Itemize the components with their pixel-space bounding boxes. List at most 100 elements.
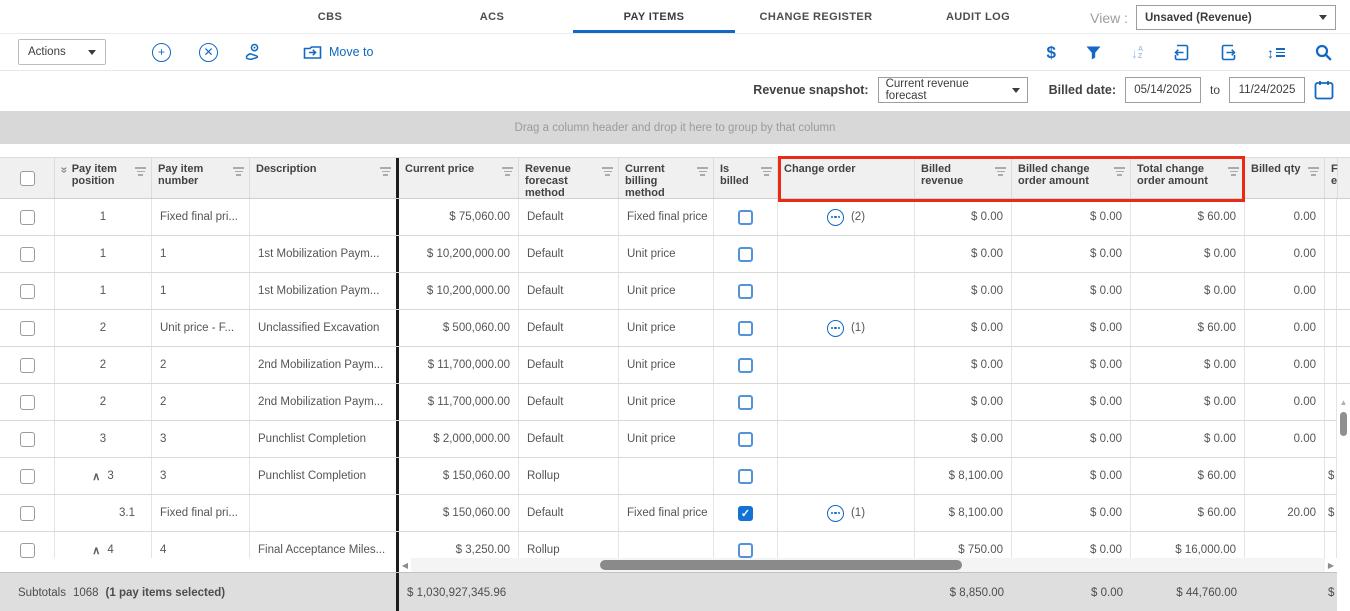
column-filter-icon[interactable] <box>233 167 244 178</box>
cell-billed-qty[interactable] <box>1245 532 1325 558</box>
cell-billed-change-order-amount[interactable]: $ 0.00 <box>1012 310 1131 346</box>
horizontal-scroll-track[interactable] <box>411 558 1325 572</box>
scroll-left-icon[interactable]: ◀ <box>399 561 411 570</box>
group-by-bar[interactable]: Drag a column header and drop it here to… <box>0 111 1350 144</box>
actions-button[interactable]: Actions <box>18 39 106 65</box>
cell-billed-change-order-amount[interactable]: $ 0.00 <box>1012 347 1131 383</box>
cell-billed-revenue[interactable]: $ 8,100.00 <box>915 458 1012 494</box>
cell-select[interactable] <box>0 384 55 420</box>
column-filter-icon[interactable] <box>380 167 391 178</box>
cell-description[interactable]: Unclassified Excavation <box>250 310 399 346</box>
cell-is-billed[interactable] <box>714 310 778 346</box>
cell-change-order[interactable] <box>778 236 915 272</box>
cell-number[interactable]: 3 <box>152 458 250 494</box>
tab-change-register[interactable]: CHANGE REGISTER <box>735 0 897 33</box>
cell-description[interactable]: 2nd Mobilization Paym... <box>250 347 399 383</box>
cell-current-billing-method[interactable]: Unit price <box>619 310 714 346</box>
is-billed-checkbox[interactable] <box>738 395 753 410</box>
column-header-position[interactable]: »Pay item position <box>55 158 152 198</box>
cell-select[interactable] <box>0 495 55 531</box>
cell-description[interactable]: Punchlist Completion <box>250 458 399 494</box>
row-select-checkbox[interactable] <box>20 469 35 484</box>
cell-description[interactable]: Punchlist Completion <box>250 421 399 457</box>
cell-billed-change-order-amount[interactable]: $ 0.00 <box>1012 532 1131 558</box>
vertical-scrollbar[interactable]: ▲ <box>1337 397 1350 611</box>
cell-position[interactable]: 3.1 <box>55 495 152 531</box>
cell-position[interactable]: 2 <box>55 384 152 420</box>
change-order-ellipsis-icon[interactable] <box>827 505 844 522</box>
cell-current-billing-method[interactable] <box>619 532 714 558</box>
cell-change-order[interactable] <box>778 384 915 420</box>
column-header-description[interactable]: Description <box>250 158 399 198</box>
cell-current-billing-method[interactable]: Fixed final price <box>619 495 714 531</box>
cell-billed-change-order-amount[interactable]: $ 0.00 <box>1012 199 1131 235</box>
row-select-checkbox[interactable] <box>20 247 35 262</box>
cell-total-change-order-amount[interactable]: $ 60.00 <box>1131 199 1245 235</box>
column-header-billed_qty[interactable]: Billed qty <box>1245 158 1325 198</box>
tab-cbs[interactable]: CBS <box>249 0 411 33</box>
calendar-icon[interactable] <box>1314 80 1334 100</box>
cell-revenue-forecast-method[interactable]: Default <box>519 273 619 309</box>
cell-billed-qty[interactable]: 0.00 <box>1245 310 1325 346</box>
cell-revenue-forecast-method[interactable]: Default <box>519 199 619 235</box>
cell-is-billed[interactable] <box>714 421 778 457</box>
cell-current-billing-method[interactable]: Unit price <box>619 347 714 383</box>
cell-select[interactable] <box>0 273 55 309</box>
cell-billed-revenue[interactable]: $ 0.00 <box>915 199 1012 235</box>
is-billed-checkbox[interactable] <box>738 284 753 299</box>
column-header-select[interactable] <box>0 158 55 198</box>
cell-billed-change-order-amount[interactable]: $ 0.00 <box>1012 421 1131 457</box>
collapse-caret-icon[interactable]: ∧ <box>92 544 100 557</box>
cell-revenue-forecast-method[interactable]: Default <box>519 347 619 383</box>
cell-select[interactable] <box>0 421 55 457</box>
tab-acs[interactable]: ACS <box>411 0 573 33</box>
cell-position[interactable]: 3 <box>55 421 152 457</box>
cell-total-change-order-amount[interactable]: $ 16,000.00 <box>1131 532 1245 558</box>
cell-billed-revenue[interactable]: $ 0.00 <box>915 347 1012 383</box>
move-to-button[interactable]: Move to <box>303 45 373 60</box>
column-filter-icon[interactable] <box>697 167 708 178</box>
column-filter-icon[interactable] <box>1308 167 1319 178</box>
cell-billed-qty[interactable] <box>1245 458 1325 494</box>
cell-position[interactable]: 1 <box>55 199 152 235</box>
cell-number[interactable]: 3 <box>152 421 250 457</box>
cell-partial[interactable] <box>1325 384 1337 420</box>
column-header-current_billing_method[interactable]: Current billing method <box>619 158 714 198</box>
cell-current-billing-method[interactable] <box>619 458 714 494</box>
row-select-checkbox[interactable] <box>20 210 35 225</box>
cell-partial[interactable] <box>1325 310 1337 346</box>
cell-billed-revenue[interactable]: $ 8,100.00 <box>915 495 1012 531</box>
column-filter-icon[interactable] <box>995 167 1006 178</box>
change-order-ellipsis-icon[interactable] <box>827 209 844 226</box>
cell-change-order[interactable] <box>778 347 915 383</box>
cell-change-order[interactable] <box>778 532 915 558</box>
cell-billed-qty[interactable]: 0.00 <box>1245 236 1325 272</box>
cell-billed-revenue[interactable]: $ 0.00 <box>915 421 1012 457</box>
cell-is-billed[interactable] <box>714 236 778 272</box>
cell-description[interactable]: Final Acceptance Miles... <box>250 532 399 558</box>
change-order-ellipsis-icon[interactable] <box>827 320 844 337</box>
is-billed-checkbox[interactable] <box>738 210 753 225</box>
cell-current-billing-method[interactable]: Unit price <box>619 273 714 309</box>
cell-current-price[interactable]: $ 150,060.00 <box>399 495 519 531</box>
import-button[interactable] <box>1173 44 1190 61</box>
cell-total-change-order-amount[interactable]: $ 0.00 <box>1131 273 1245 309</box>
column-header-revenue_forecast_method[interactable]: Revenue forecast method <box>519 158 619 198</box>
cell-current-billing-method[interactable]: Fixed final price <box>619 199 714 235</box>
export-button[interactable] <box>1220 44 1237 61</box>
cell-select[interactable] <box>0 199 55 235</box>
cell-number[interactable]: Fixed final pri... <box>152 199 250 235</box>
row-select-checkbox[interactable] <box>20 506 35 521</box>
column-header-billed_revenue[interactable]: Billed revenue <box>915 158 1012 198</box>
cell-billed-change-order-amount[interactable]: $ 0.00 <box>1012 495 1131 531</box>
cell-number[interactable]: 1 <box>152 273 250 309</box>
cell-is-billed[interactable] <box>714 199 778 235</box>
cell-partial[interactable] <box>1325 421 1337 457</box>
column-header-billed_change_order_amount[interactable]: Billed change order amount <box>1012 158 1131 198</box>
cell-billed-qty[interactable]: 0.00 <box>1245 421 1325 457</box>
cell-number[interactable]: Fixed final pri... <box>152 495 250 531</box>
cell-number[interactable]: 1 <box>152 236 250 272</box>
cell-partial[interactable]: $ <box>1325 458 1337 494</box>
is-billed-checkbox[interactable] <box>738 321 753 336</box>
delete-row-button[interactable]: ✕ <box>199 43 218 62</box>
